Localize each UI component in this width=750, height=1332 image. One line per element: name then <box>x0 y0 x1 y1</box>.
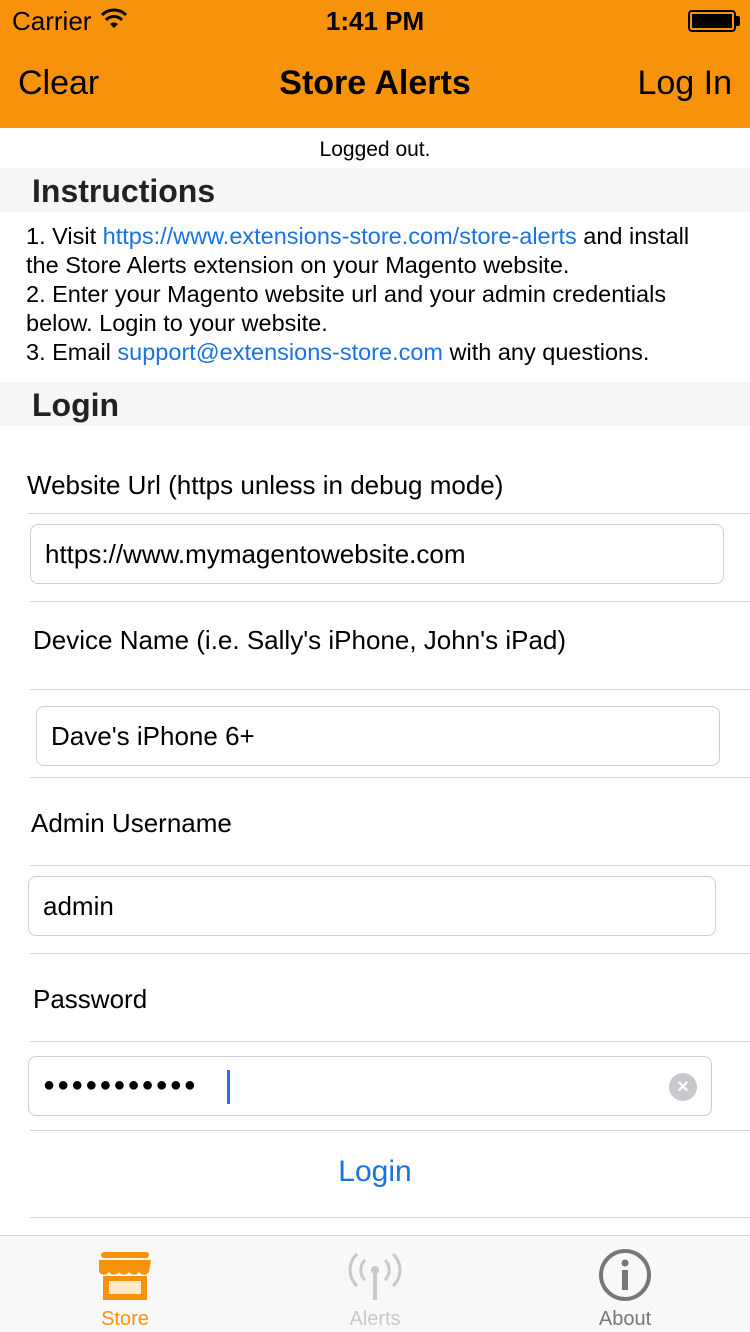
instruction-3-prefix: 3. Email <box>26 339 118 365</box>
clear-text-icon[interactable]: × <box>669 1073 697 1101</box>
extension-link[interactable]: https://www.extensions-store.com/store-a… <box>103 223 577 249</box>
device-name-label: Device Name (i.e. Sally's iPhone, John's… <box>33 625 567 655</box>
tab-alerts-label: Alerts <box>349 1308 401 1330</box>
divider <box>30 1130 750 1131</box>
admin-username-field[interactable] <box>28 876 716 936</box>
top-bar: Carrier 1:41 PM Clear Store Alerts Log I… <box>0 0 750 128</box>
support-email-link[interactable]: support@extensions-store.com <box>117 339 443 365</box>
password-field[interactable]: ●●●●●●●●●●● × <box>28 1056 712 1116</box>
instructions-text: 1. Visit https://www.extensions-store.co… <box>26 222 726 367</box>
divider <box>30 689 750 690</box>
tab-about-label: About <box>598 1308 652 1330</box>
website-url-label: Website Url (https unless in debug mode) <box>27 470 504 500</box>
instruction-2: 2. Enter your Magento website url and yo… <box>26 281 667 336</box>
antenna-icon <box>348 1252 402 1300</box>
divider <box>30 1041 750 1042</box>
text-caret <box>227 1070 230 1104</box>
admin-username-label: Admin Username <box>31 808 232 838</box>
info-icon <box>599 1249 651 1301</box>
login-button[interactable]: Login <box>0 1155 750 1189</box>
battery-tip <box>736 16 740 26</box>
clock: 1:41 PM <box>325 6 425 36</box>
password-label: Password <box>33 984 148 1014</box>
section-header-instructions: Instructions <box>0 168 750 212</box>
device-name-field[interactable] <box>36 706 720 766</box>
tab-alerts[interactable]: Alerts <box>250 1236 500 1332</box>
login-status: Logged out. <box>319 138 431 161</box>
tab-about[interactable]: About <box>500 1236 750 1332</box>
divider <box>30 953 750 954</box>
tab-bar: Store Alerts About <box>0 1235 750 1332</box>
tab-store-label: Store <box>101 1308 149 1330</box>
admin-username-input[interactable] <box>29 877 715 935</box>
instruction-1-prefix: 1. Visit <box>26 223 103 249</box>
battery-icon <box>688 10 736 32</box>
section-header-login: Login <box>0 382 750 426</box>
website-url-input[interactable] <box>31 525 723 583</box>
tab-store[interactable]: Store <box>0 1236 250 1332</box>
divider <box>30 777 750 778</box>
instruction-3-suffix: with any questions. <box>443 339 650 365</box>
status-bar: Carrier 1:41 PM <box>0 0 750 40</box>
website-url-field[interactable] <box>30 524 724 584</box>
divider <box>28 513 750 514</box>
divider <box>30 601 750 602</box>
store-icon <box>99 1252 151 1300</box>
password-input[interactable]: ●●●●●●●●●●● <box>43 1074 198 1097</box>
device-name-input[interactable] <box>37 707 719 765</box>
log-in-button[interactable]: Log In <box>637 64 732 103</box>
divider <box>30 865 750 866</box>
divider <box>30 1217 750 1218</box>
